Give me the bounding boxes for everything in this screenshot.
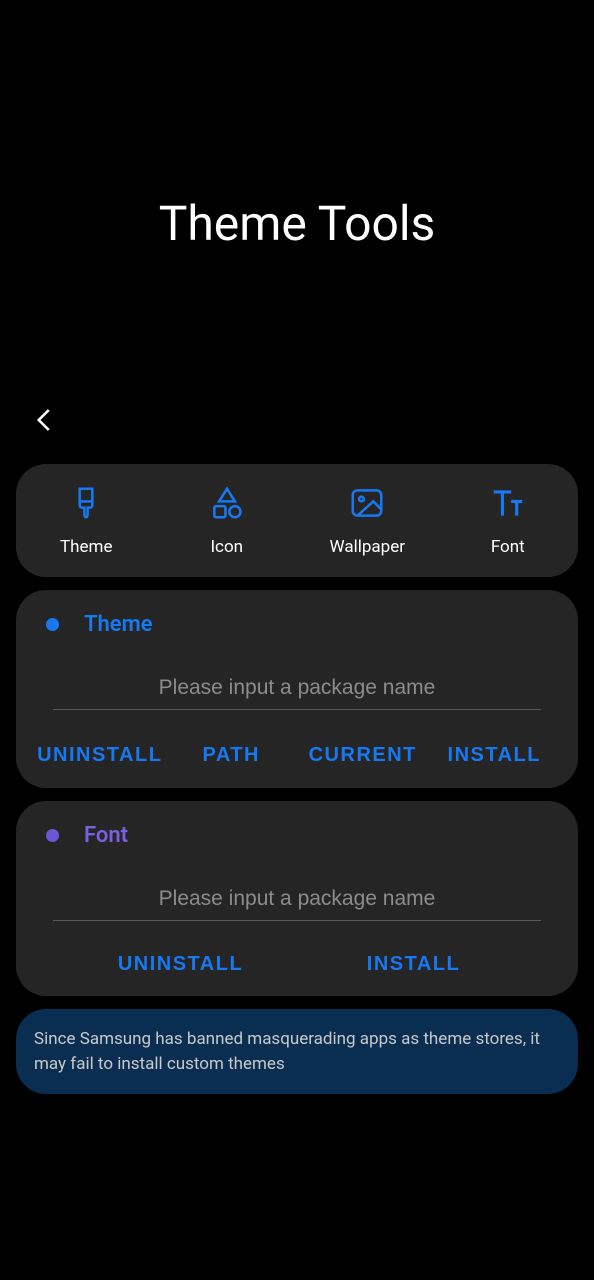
font-section: Font UNINSTALL INSTALL <box>16 801 578 996</box>
category-wallpaper[interactable]: Wallpaper <box>297 484 438 557</box>
category-label: Icon <box>210 537 243 557</box>
theme-uninstall-button[interactable]: UNINSTALL <box>34 742 166 768</box>
bullet-icon <box>46 618 59 631</box>
page-title: Theme Tools <box>0 195 594 252</box>
back-button[interactable] <box>30 405 60 435</box>
section-header: Font <box>34 823 560 848</box>
section-title: Theme <box>84 612 153 637</box>
theme-section: Theme UNINSTALL PATH CURRENT INSTALL <box>16 590 578 788</box>
info-banner: Since Samsung has banned masquerading ap… <box>16 1009 578 1094</box>
theme-package-input[interactable] <box>53 667 541 710</box>
theme-install-button[interactable]: INSTALL <box>429 742 561 768</box>
theme-current-button[interactable]: CURRENT <box>297 742 429 768</box>
font-uninstall-button[interactable]: UNINSTALL <box>64 953 297 976</box>
chevron-left-icon <box>30 405 60 435</box>
category-label: Wallpaper <box>330 537 405 557</box>
category-label: Theme <box>60 537 112 557</box>
image-icon <box>348 484 386 522</box>
section-title: Font <box>84 823 128 848</box>
font-install-button[interactable]: INSTALL <box>297 953 530 976</box>
category-font[interactable]: Font <box>438 484 579 557</box>
bullet-icon <box>46 829 59 842</box>
theme-path-button[interactable]: PATH <box>166 742 298 768</box>
shapes-icon <box>208 484 246 522</box>
category-card: Theme Icon Wallpaper <box>16 464 578 577</box>
font-icon <box>489 484 527 522</box>
category-theme[interactable]: Theme <box>16 484 157 557</box>
section-header: Theme <box>34 612 560 637</box>
font-package-input[interactable] <box>53 878 541 921</box>
category-label: Font <box>491 537 525 557</box>
paintbrush-icon <box>67 484 105 522</box>
category-icon[interactable]: Icon <box>157 484 298 557</box>
